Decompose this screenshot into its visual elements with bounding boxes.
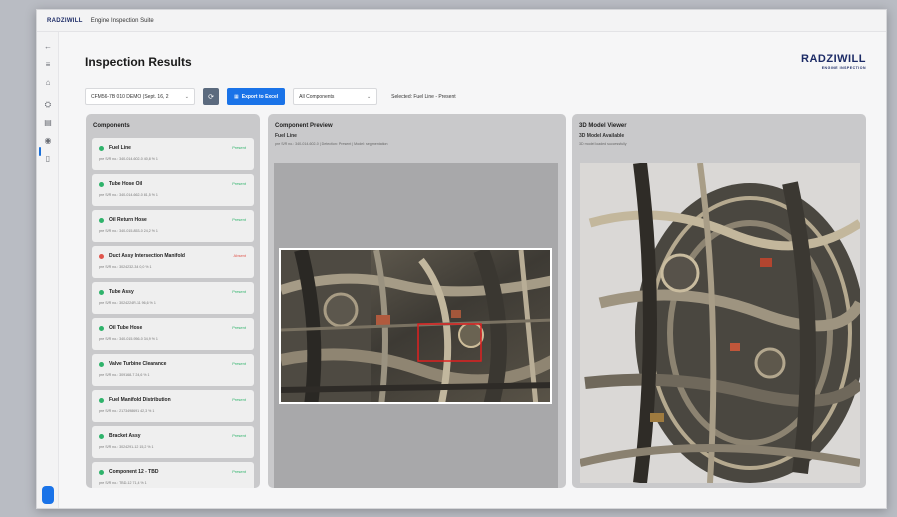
- brand-name: RADZIWILL: [801, 53, 866, 65]
- preview-component-name: Fuel Line: [275, 133, 297, 139]
- component-name: Valve Turbine Clearance: [109, 361, 167, 367]
- component-card[interactable]: Oil Return Hose Present pre S/R no.: 340-0…: [92, 210, 254, 242]
- status-badge: Present: [232, 289, 246, 294]
- status-badge: Absent: [233, 253, 246, 258]
- window-title: Engine Inspection Suite: [90, 17, 154, 24]
- chevron-down-icon: ⌄: [366, 93, 372, 100]
- active-indicator: [39, 147, 41, 156]
- components-panel: Components Fuel Line Present pre S/R no.: …: [86, 114, 260, 488]
- status-badge: Present: [232, 397, 246, 402]
- status-dot: [99, 470, 104, 475]
- status-dot: [99, 254, 104, 259]
- status-badge: Present: [232, 361, 246, 366]
- filter-select-value: All Components: [299, 93, 335, 100]
- status-badge: Present: [232, 145, 246, 150]
- component-card[interactable]: Component 12 - TBD Present pre S/R no.: TB…: [92, 462, 254, 488]
- spreadsheet-icon: ▦: [234, 93, 239, 100]
- component-name: Component 12 - TBD: [109, 469, 159, 475]
- toolbar: CFM56-7B 010 DEMO (Sept. 16, 2 ⌄ ⟳ ▦ Exp…: [85, 88, 456, 105]
- status-badge: Present: [232, 433, 246, 438]
- titlebar-logo: RADZIWILL: [47, 17, 83, 24]
- export-label: Export to Excel: [241, 93, 279, 100]
- viewer-message: 3D model loaded successfully: [579, 142, 627, 146]
- component-card[interactable]: Tube Assy Present pre S/R no.: 3024224R-11…: [92, 282, 254, 314]
- status-badge: Present: [232, 217, 246, 222]
- viewer-header: 3D Model Viewer: [579, 123, 627, 129]
- selected-component-label: Selected: Fuel Line - Present: [391, 93, 456, 100]
- status-dot: [99, 398, 104, 403]
- main-content: Inspection Results RADZIWILL ENGINE INSP…: [59, 32, 886, 508]
- engine-select[interactable]: CFM56-7B 010 DEMO (Sept. 16, 2 ⌄: [85, 88, 195, 105]
- status-dot: [99, 434, 104, 439]
- component-name: Oil Tube Hose: [109, 325, 143, 331]
- component-name: Bracket Assy: [109, 433, 141, 439]
- preview-component-meta: pre S/R no.: 340-014-602-0 | Detection: …: [275, 142, 388, 146]
- components-header: Components: [93, 123, 130, 129]
- status-badge: Present: [232, 181, 246, 186]
- component-meta: pre S/R no.: TBD-12 71,4 % 1: [99, 481, 147, 485]
- component-card[interactable]: Oil Tube Hose Present pre S/R no.: 340-015…: [92, 318, 254, 350]
- database-icon[interactable]: ▤: [42, 118, 54, 128]
- status-dot: [99, 218, 104, 223]
- brand-subtitle: ENGINE INSPECTION: [821, 66, 866, 70]
- component-meta: pre S/R no.: 3024291-12 15,2 % 1: [99, 445, 154, 449]
- component-card[interactable]: Fuel Manifold Distribution Present pre S/R…: [92, 390, 254, 422]
- home-icon[interactable]: ⌂: [42, 78, 54, 88]
- components-list: Fuel Line Present pre S/R no.: 340-014-602…: [92, 138, 254, 488]
- model-viewer-panel: 3D Model Viewer 3D Model Available 3D mo…: [572, 114, 866, 488]
- preview-panel: Component Preview Fuel Line pre S/R no.:…: [268, 114, 566, 488]
- component-meta: pre S/R no.: 3024224R-11 96,6 % 1: [99, 301, 156, 305]
- status-dot: [99, 182, 104, 187]
- component-filter-select[interactable]: All Components ⌄: [293, 88, 378, 105]
- component-name: Duct Assy Intersection Manifold: [109, 253, 185, 259]
- status-dot: [99, 146, 104, 151]
- engine-icon[interactable]: ⛭: [42, 100, 54, 110]
- component-meta: pre S/R no.: 340-014-602-0 40,8 % 1: [99, 157, 158, 161]
- title-bar: RADZIWILL Engine Inspection Suite: [37, 10, 886, 32]
- component-card[interactable]: Fuel Line Present pre S/R no.: 340-014-602…: [92, 138, 254, 170]
- status-dot: [99, 290, 104, 295]
- 3d-viewer-canvas[interactable]: [580, 163, 860, 483]
- document-icon[interactable]: ▯: [42, 154, 54, 164]
- component-name: Fuel Manifold Distribution: [109, 397, 171, 403]
- engine-photo-graphic: [281, 250, 550, 402]
- component-meta: pre S/R no.: 3024232-34 0,0 % 1: [99, 265, 152, 269]
- refresh-icon: ⟳: [208, 93, 214, 101]
- menu-icon[interactable]: ≡: [42, 60, 54, 70]
- status-dot: [99, 326, 104, 331]
- preview-image-area: [274, 163, 558, 488]
- component-card[interactable]: Valve Turbine Clearance Present pre S/R no…: [92, 354, 254, 386]
- chevron-down-icon: ⌄: [184, 93, 189, 100]
- component-name: Fuel Line: [109, 145, 131, 151]
- status-badge: Present: [232, 325, 246, 330]
- engine-photo: [279, 248, 552, 404]
- refresh-button[interactable]: ⟳: [203, 88, 219, 105]
- engine-3d-model: [580, 163, 860, 483]
- status-badge: Present: [232, 469, 246, 474]
- eye-icon[interactable]: ◉: [42, 136, 54, 146]
- component-meta: pre S/R no.: 340-015-853-0 24,2 % 1: [99, 229, 158, 233]
- component-name: Tube Hose Oil: [109, 181, 143, 187]
- sidebar: ← ≡ ⌂ ⛭ ▤ ◉ ▯: [37, 32, 59, 508]
- engine-select-value: CFM56-7B 010 DEMO (Sept. 16, 2: [91, 93, 169, 100]
- back-arrow-icon[interactable]: ←: [42, 42, 54, 52]
- component-meta: pre S/R no.: 2173498691 42,3 % 1: [99, 409, 155, 413]
- component-card[interactable]: Duct Assy Intersection Manifold Absent pre…: [92, 246, 254, 278]
- component-meta: pre S/R no.: 309168-7 24,6 % 1: [99, 373, 150, 377]
- app-window: RADZIWILL Engine Inspection Suite ← ≡ ⌂ …: [36, 9, 887, 509]
- export-excel-button[interactable]: ▦ Export to Excel: [227, 88, 286, 105]
- component-name: Oil Return Hose: [109, 217, 147, 223]
- component-meta: pre S/R no.: 340-014-662-0 81,5 % 1: [99, 193, 158, 197]
- component-card[interactable]: Tube Hose Oil Present pre S/R no.: 340-014…: [92, 174, 254, 206]
- component-card[interactable]: Bracket Assy Present pre S/R no.: 3024291-…: [92, 426, 254, 458]
- component-meta: pre S/R no.: 340-015-956-0 34,9 % 1: [99, 337, 158, 341]
- user-button[interactable]: [42, 486, 54, 504]
- component-name: Tube Assy: [109, 289, 134, 295]
- preview-header: Component Preview: [275, 123, 333, 129]
- viewer-status: 3D Model Available: [579, 133, 625, 139]
- brand-logo: RADZIWILL ENGINE INSPECTION: [801, 53, 866, 70]
- page-title: Inspection Results: [85, 55, 192, 69]
- status-dot: [99, 362, 104, 367]
